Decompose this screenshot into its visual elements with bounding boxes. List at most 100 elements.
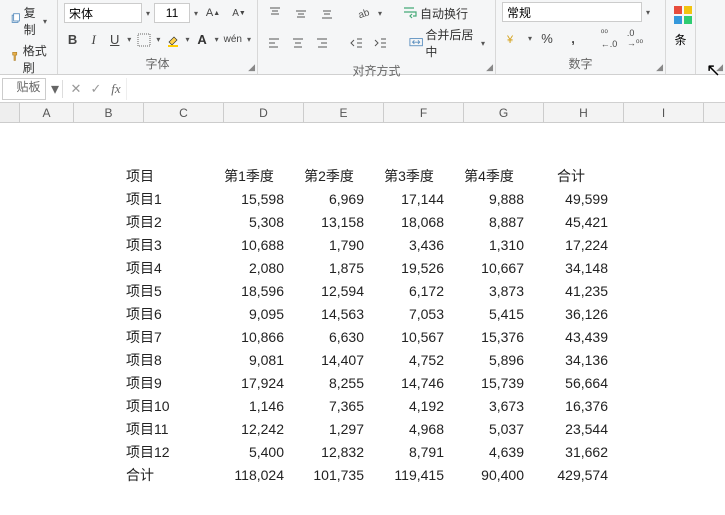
select-all-corner[interactable] [0,103,20,122]
row-label-cell[interactable]: 项目6 [126,303,212,324]
percent-button[interactable]: % [536,28,558,50]
data-cell[interactable]: 23,544 [534,418,616,439]
phonetic-button[interactable]: wén [223,29,243,51]
row-label-cell[interactable]: 合计 [126,464,212,485]
expand-icon[interactable]: ◢ [486,62,493,73]
font-size-select[interactable] [154,3,190,23]
table-header-cell[interactable]: 合计 [534,165,616,186]
column-header[interactable]: B [74,103,144,122]
row-label-cell[interactable]: 项目2 [126,211,212,232]
data-cell[interactable]: 10,688 [214,234,292,255]
data-cell[interactable]: 5,400 [214,441,292,462]
data-cell[interactable]: 17,924 [214,372,292,393]
data-cell[interactable]: 49,599 [534,188,616,209]
underline-button[interactable]: U [106,29,123,51]
chevron-down-icon[interactable]: ▾ [646,8,650,17]
sheet-body[interactable]: 项目第1季度第2季度第3季度第4季度合计项目115,5986,96917,144… [0,123,725,515]
data-cell[interactable]: 429,574 [534,464,616,485]
data-cell[interactable]: 15,376 [454,326,532,347]
chevron-down-icon[interactable]: ▾ [247,35,251,44]
data-cell[interactable]: 17,224 [534,234,616,255]
data-cell[interactable]: 8,887 [454,211,532,232]
increase-font-button[interactable]: A▲ [202,2,224,24]
align-right-button[interactable] [312,32,332,54]
column-header[interactable]: F [384,103,464,122]
conditional-format-button[interactable]: 条 [672,4,689,48]
row-label-cell[interactable]: 项目8 [126,349,212,370]
data-cell[interactable]: 19,526 [374,257,452,278]
data-cell[interactable]: 5,308 [214,211,292,232]
data-cell[interactable]: 14,746 [374,372,452,393]
data-cell[interactable]: 6,630 [294,326,372,347]
wrap-text-button[interactable]: 自动换行 [398,3,472,24]
data-cell[interactable]: 1,875 [294,257,372,278]
data-cell[interactable]: 15,739 [454,372,532,393]
column-header[interactable]: I [624,103,704,122]
data-cell[interactable]: 5,037 [454,418,532,439]
decrease-decimal-button[interactable]: .0→⁰⁰ [624,28,646,50]
row-label-cell[interactable]: 项目10 [126,395,212,416]
data-cell[interactable]: 12,594 [294,280,372,301]
data-cell[interactable]: 45,421 [534,211,616,232]
align-left-button[interactable] [264,32,284,54]
row-label-cell[interactable]: 项目5 [126,280,212,301]
data-cell[interactable]: 56,664 [534,372,616,393]
align-center-button[interactable] [288,32,308,54]
increase-indent-button[interactable] [370,32,390,54]
table-header-cell[interactable]: 项目 [126,165,212,186]
decrease-indent-button[interactable] [346,32,366,54]
chevron-down-icon[interactable]: ▾ [127,35,131,44]
font-name-select[interactable] [64,3,142,23]
chevron-down-icon[interactable]: ▾ [156,35,160,44]
column-header[interactable]: A [20,103,74,122]
data-cell[interactable]: 118,024 [214,464,292,485]
data-cell[interactable]: 14,407 [294,349,372,370]
data-cell[interactable]: 4,192 [374,395,452,416]
data-cell[interactable]: 34,136 [534,349,616,370]
chevron-down-icon[interactable]: ▾ [378,9,382,18]
fx-button[interactable]: fx [106,81,126,97]
row-label-cell[interactable]: 项目7 [126,326,212,347]
data-cell[interactable]: 6,172 [374,280,452,301]
data-cell[interactable]: 101,735 [294,464,372,485]
data-cell[interactable]: 3,873 [454,280,532,301]
table-header-cell[interactable]: 第4季度 [454,165,532,186]
row-label-cell[interactable]: 项目1 [126,188,212,209]
row-label-cell[interactable]: 项目4 [126,257,212,278]
border-button[interactable] [135,29,152,51]
table-header-cell[interactable]: 第1季度 [214,165,292,186]
align-bottom-button[interactable] [316,2,338,24]
chevron-down-icon[interactable]: ▾ [528,34,532,43]
number-format-select[interactable] [502,2,642,22]
data-cell[interactable]: 43,439 [534,326,616,347]
data-cell[interactable]: 12,832 [294,441,372,462]
italic-button[interactable]: I [85,29,102,51]
data-cell[interactable]: 1,310 [454,234,532,255]
decrease-font-button[interactable]: A▼ [228,2,250,24]
data-cell[interactable]: 6,969 [294,188,372,209]
column-header[interactable]: D [224,103,304,122]
data-cell[interactable]: 18,068 [374,211,452,232]
chevron-down-icon[interactable]: ▾ [146,9,150,18]
data-cell[interactable]: 10,866 [214,326,292,347]
data-cell[interactable]: 5,896 [454,349,532,370]
data-cell[interactable]: 13,158 [294,211,372,232]
data-cell[interactable]: 15,598 [214,188,292,209]
data-cell[interactable]: 3,436 [374,234,452,255]
data-cell[interactable]: 1,146 [214,395,292,416]
data-cell[interactable]: 119,415 [374,464,452,485]
orientation-button[interactable]: ab [352,2,374,24]
table-header-cell[interactable]: 第2季度 [294,165,372,186]
data-cell[interactable]: 2,080 [214,257,292,278]
data-cell[interactable]: 4,752 [374,349,452,370]
fill-color-button[interactable] [164,29,181,51]
expand-icon[interactable]: ◢ [656,62,663,73]
format-painter-button[interactable]: 格式刷 [6,40,51,78]
data-cell[interactable]: 7,365 [294,395,372,416]
column-header[interactable]: H [544,103,624,122]
data-cell[interactable]: 9,081 [214,349,292,370]
data-cell[interactable]: 36,126 [534,303,616,324]
expand-icon[interactable]: ◢ [716,62,723,73]
row-label-cell[interactable]: 项目9 [126,372,212,393]
column-header[interactable]: C [144,103,224,122]
